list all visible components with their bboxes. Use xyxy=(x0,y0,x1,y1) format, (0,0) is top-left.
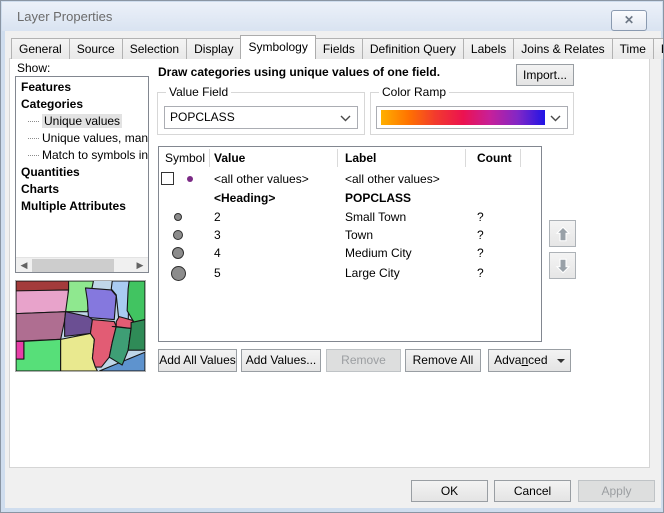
table-row[interactable]: 2 Small Town ? xyxy=(159,208,541,226)
column-divider xyxy=(337,149,338,167)
tab-display[interactable]: Display xyxy=(186,38,241,59)
class-symbol-dot[interactable] xyxy=(174,213,182,221)
ok-button[interactable]: OK xyxy=(411,480,488,502)
all-other-values-symbol[interactable] xyxy=(187,176,193,182)
color-ramp-dropdown[interactable] xyxy=(376,106,568,129)
tab-fields[interactable]: Fields xyxy=(315,38,363,59)
chevron-down-icon xyxy=(340,115,351,122)
tab-labels[interactable]: Labels xyxy=(463,38,514,59)
show-label: Show: xyxy=(17,61,50,75)
move-up-button[interactable] xyxy=(549,220,576,247)
class-symbol-dot[interactable] xyxy=(173,230,183,240)
horizontal-scrollbar[interactable]: ◀ ▶ xyxy=(16,257,148,272)
title-bar[interactable]: Layer Properties ✕ xyxy=(2,2,662,31)
show-item-unique-values-many[interactable]: Unique values, many xyxy=(16,130,148,147)
tab-source[interactable]: Source xyxy=(69,38,123,59)
arrow-up-icon xyxy=(554,225,572,243)
tab-html-popup[interactable]: HTML Popup xyxy=(653,38,664,59)
tab-time[interactable]: Time xyxy=(612,38,654,59)
table-row[interactable]: 4 Medium City ? xyxy=(159,244,541,262)
add-values-button[interactable]: Add Values... xyxy=(241,349,321,372)
column-count[interactable]: Count xyxy=(477,147,512,169)
show-listbox: Features Categories Unique values Unique… xyxy=(15,76,149,273)
show-item-quantities[interactable]: Quantities xyxy=(16,164,148,181)
map-preview xyxy=(15,280,146,372)
value-field-dropdown[interactable]: POPCLASS xyxy=(164,106,358,129)
show-item-match-symbols[interactable]: Match to symbols in a xyxy=(16,147,148,164)
add-all-values-button[interactable]: Add All Values xyxy=(158,349,237,372)
arrow-down-icon xyxy=(554,257,572,275)
table-row[interactable]: <all other values> <all other values> xyxy=(159,169,541,189)
column-divider xyxy=(520,149,521,167)
column-divider xyxy=(465,149,466,167)
unique-values-table: Symbol Value Label Count <all other valu… xyxy=(158,146,542,342)
tab-strip: General Source Selection Display Symbolo… xyxy=(11,35,664,59)
all-other-values-checkbox[interactable] xyxy=(161,172,174,185)
cancel-button[interactable]: Cancel xyxy=(494,480,571,502)
table-row[interactable]: <Heading> POPCLASS xyxy=(159,189,541,208)
remove-all-button[interactable]: Remove All xyxy=(405,349,481,372)
apply-button: Apply xyxy=(578,480,655,502)
show-item-unique-values[interactable]: Unique values xyxy=(16,113,148,130)
advanced-button[interactable]: Advanced xyxy=(488,349,571,372)
show-item-charts[interactable]: Charts xyxy=(16,181,148,198)
column-divider xyxy=(209,149,210,167)
window-title: Layer Properties xyxy=(17,2,112,31)
tab-symbology[interactable]: Symbology xyxy=(240,35,315,59)
column-label[interactable]: Label xyxy=(345,147,376,169)
tab-general[interactable]: General xyxy=(11,38,70,59)
value-field-selected: POPCLASS xyxy=(170,110,235,124)
tab-joins-relates[interactable]: Joins & Relates xyxy=(513,38,612,59)
map-preview-image xyxy=(16,281,145,371)
scroll-right-icon[interactable]: ▶ xyxy=(132,258,148,273)
table-header-row: Symbol Value Label Count xyxy=(159,147,541,169)
dropdown-arrow-icon xyxy=(557,359,565,363)
layer-properties-dialog: Layer Properties ✕ General Source Select… xyxy=(0,0,664,513)
column-symbol[interactable]: Symbol xyxy=(161,147,209,169)
color-ramp-gradient xyxy=(381,110,545,125)
class-symbol-dot[interactable] xyxy=(171,266,186,281)
color-ramp-group-label: Color Ramp xyxy=(379,85,449,99)
chevron-down-icon xyxy=(550,115,561,122)
show-item-categories[interactable]: Categories xyxy=(16,96,148,113)
value-field-group-label: Value Field xyxy=(166,85,231,99)
move-down-button[interactable] xyxy=(549,252,576,279)
scrollbar-thumb[interactable] xyxy=(32,259,114,272)
class-symbol-dot[interactable] xyxy=(172,247,184,259)
close-button[interactable]: ✕ xyxy=(611,10,647,31)
tab-selection[interactable]: Selection xyxy=(122,38,187,59)
show-item-features[interactable]: Features xyxy=(16,79,148,96)
import-button[interactable]: Import... xyxy=(516,64,574,86)
table-row[interactable]: 3 Town ? xyxy=(159,226,541,244)
page-heading: Draw categories using unique values of o… xyxy=(158,65,440,79)
scroll-left-icon[interactable]: ◀ xyxy=(16,258,32,273)
tab-definition-query[interactable]: Definition Query xyxy=(362,38,464,59)
column-value[interactable]: Value xyxy=(214,147,245,169)
table-row[interactable]: 5 Large City ? xyxy=(159,262,541,284)
close-icon: ✕ xyxy=(624,13,634,27)
remove-button: Remove xyxy=(326,349,401,372)
show-item-multiple-attributes[interactable]: Multiple Attributes xyxy=(16,198,148,215)
